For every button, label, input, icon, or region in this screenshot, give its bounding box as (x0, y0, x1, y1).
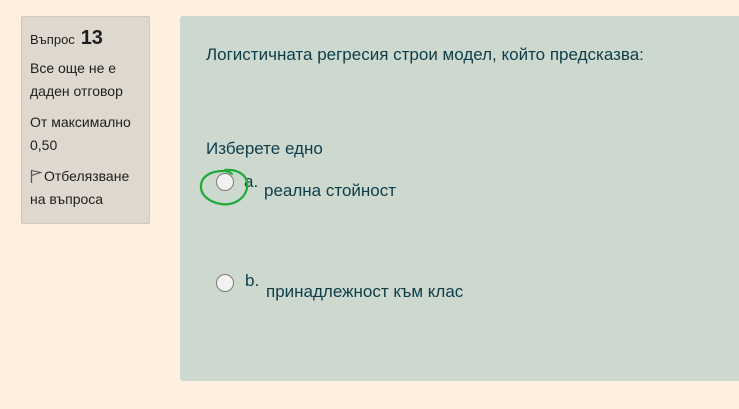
flag-question-label: Отбелязване на въпроса (30, 168, 130, 207)
question-info-panel: Въпрос 13 Все още не е даден отговор От … (21, 16, 150, 224)
option-letter-b: b. (245, 271, 260, 290)
option-text-a[interactable]: реална стойност (264, 181, 396, 201)
question-number: Въпрос 13 (30, 27, 141, 51)
flag-question-link[interactable]: Отбелязване на въпроса (30, 165, 141, 211)
hand-drawn-circle-annotation (199, 168, 249, 206)
option-text-b[interactable]: принадлежност към клас (266, 282, 463, 302)
radio-button-b[interactable] (216, 274, 234, 292)
question-content: Логистичната регресия строи модел, който… (180, 16, 739, 381)
flag-icon (30, 169, 42, 183)
question-label: Въпрос (30, 32, 75, 47)
question-grade: От максимално 0,50 (30, 114, 131, 153)
question-state: Все още не е даден отговор (30, 60, 123, 99)
question-text: Логистичната регресия строи модел, който… (206, 45, 644, 64)
answer-prompt: Изберете едно (206, 139, 323, 158)
question-number-value: 13 (80, 27, 103, 49)
